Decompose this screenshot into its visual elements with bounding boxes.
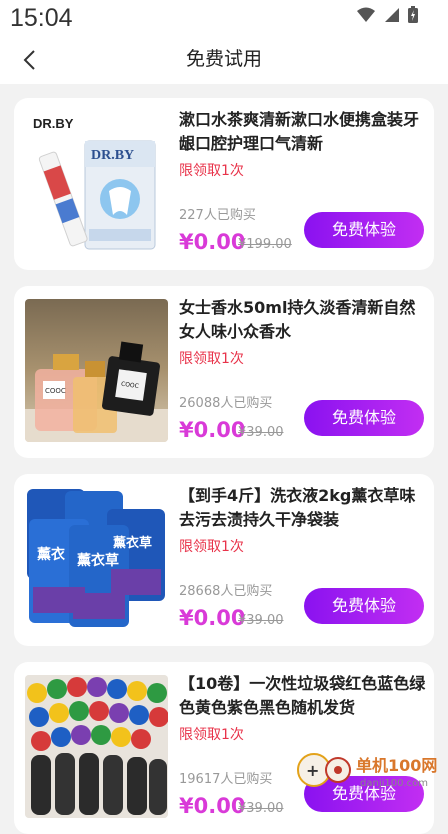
- signal-icon: [384, 7, 400, 23]
- svg-text:薰衣: 薰衣: [37, 546, 66, 563]
- price: ¥0.00: [179, 230, 245, 254]
- product-title: 【10卷】一次性垃圾袋红色蓝色绿色黄色紫色黑色随机发货: [179, 672, 427, 720]
- product-card[interactable]: 【10卷】一次性垃圾袋红色蓝色绿色黄色紫色黑色随机发货 限领取1次 19617人…: [14, 662, 434, 834]
- battery-icon: [408, 6, 418, 23]
- price: ¥0.00: [179, 418, 245, 442]
- free-trial-button[interactable]: 免费体验: [304, 588, 424, 624]
- watermark-url: danji100.com: [360, 778, 428, 789]
- sold-count: 26088人已购买: [179, 392, 272, 411]
- nav-bar: 免费试用: [0, 38, 448, 84]
- original-price: ¥39.00: [238, 801, 284, 816]
- watermark-name: 单机100网: [356, 756, 437, 775]
- product-image-mouthwash: DR.BY DR.BY: [25, 111, 168, 254]
- product-title: 漱口水茶爽清新漱口水便携盒装牙龈口腔护理口气清新: [179, 108, 427, 156]
- free-trial-button[interactable]: 免费体验: [304, 400, 424, 436]
- svg-text:DR.BY: DR.BY: [91, 148, 134, 163]
- svg-text:+: +: [306, 761, 319, 780]
- product-card[interactable]: DR.BY DR.BY 漱口水茶爽清新漱口水便携盒装牙龈口腔护理口气清新 限领取…: [14, 98, 434, 270]
- limit-badge: 限领取1次: [179, 724, 244, 744]
- status-bar: 15:04: [0, 0, 448, 38]
- limit-badge: 限领取1次: [179, 348, 244, 368]
- price: ¥0.00: [179, 794, 245, 818]
- original-price: ¥39.00: [238, 613, 284, 628]
- product-image-trash-bags: [25, 675, 168, 818]
- sold-count: 28668人已购买: [179, 580, 272, 599]
- watermark-logo: + 单机100网 danji100.com: [294, 750, 444, 790]
- product-image-detergent: 薰衣 薰衣草 薰衣草: [25, 487, 168, 630]
- sold-count: 227人已购买: [179, 204, 256, 223]
- wifi-icon: [356, 7, 376, 23]
- product-title: 【到手4斤】洗衣液2kg薰衣草味去污去渍持久干净袋装: [179, 484, 427, 532]
- page-title: 免费试用: [0, 44, 448, 71]
- original-price: ¥199.00: [238, 237, 292, 252]
- brand-label: DR.BY: [33, 116, 74, 131]
- status-icons: [356, 6, 418, 23]
- svg-text:薰衣草: 薰衣草: [77, 552, 119, 569]
- limit-badge: 限领取1次: [179, 536, 244, 556]
- svg-text:薰衣草: 薰衣草: [113, 535, 152, 551]
- product-card[interactable]: 薰衣 薰衣草 薰衣草 【到手4斤】洗衣液2kg薰衣草味去污去渍持久干净袋装 限领…: [14, 474, 434, 646]
- product-image-perfume: COOC COOC: [25, 299, 168, 442]
- product-card[interactable]: COOC COOC 女士香水50ml持久淡香清新自然女人味小众香水 限领取1次 …: [14, 286, 434, 458]
- sold-count: 19617人已购买: [179, 768, 272, 787]
- limit-badge: 限领取1次: [179, 160, 244, 180]
- free-trial-button[interactable]: 免费体验: [304, 212, 424, 248]
- svg-text:COOC: COOC: [45, 387, 66, 395]
- status-time: 15:04: [10, 4, 73, 33]
- original-price: ¥39.00: [238, 425, 284, 440]
- product-title: 女士香水50ml持久淡香清新自然女人味小众香水: [179, 296, 427, 344]
- price: ¥0.00: [179, 606, 245, 630]
